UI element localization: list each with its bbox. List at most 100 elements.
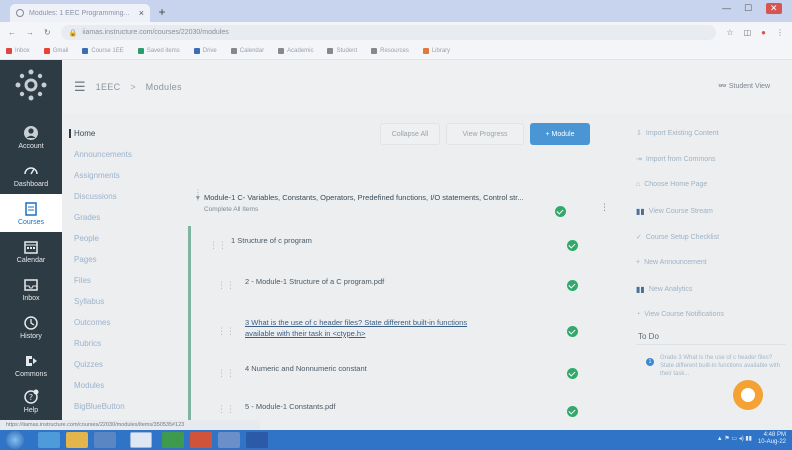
item-published-icon[interactable] [567, 280, 578, 291]
media-player-icon[interactable] [94, 432, 116, 448]
nav-commons[interactable]: Commons [0, 346, 62, 384]
chrome-icon[interactable] [130, 432, 152, 448]
module-item-title-continued[interactable]: available with their task in <ctype.h> [245, 329, 365, 338]
setup-checklist-link[interactable]: ✓ Course Setup Checklist [636, 233, 719, 242]
course-notifications-link[interactable]: ◔ View Course Notifications [636, 311, 724, 318]
word-icon[interactable] [246, 432, 268, 448]
browser-tab[interactable]: Modules: 1 EEC Programming... × [10, 4, 150, 22]
view-progress-button[interactable]: View Progress [446, 123, 524, 145]
powerpoint-icon[interactable] [190, 432, 212, 448]
course-nav-grades[interactable]: Grades [74, 213, 174, 222]
drag-handle-icon[interactable]: ⋮⋮ [217, 404, 235, 415]
todo-item[interactable]: Grade 3 What is the use of c header file… [660, 354, 780, 378]
course-nav-rubrics[interactable]: Rubrics [74, 339, 174, 348]
new-announcement-link[interactable]: + New Announcement [636, 259, 707, 266]
course-nav-quizzes[interactable]: Quizzes [74, 360, 174, 369]
course-nav-pages[interactable]: Pages [74, 255, 174, 264]
close-window-button[interactable]: ✕ [766, 3, 782, 14]
drag-handle-icon[interactable]: ⋮⋮ [217, 326, 235, 337]
module-header[interactable]: ⋮ ⋮ ▾ Module-1 C- Variables, Constants, O… [190, 186, 616, 217]
taskbar-clock[interactable]: 4:48 PM 10-Aug-22 [758, 432, 786, 446]
nav-calendar[interactable]: Calendar [0, 232, 62, 270]
reload-icon[interactable]: ↻ [44, 28, 51, 37]
add-module-button[interactable]: + Module [530, 123, 590, 145]
clock-date: 10-Aug-22 [757, 439, 786, 445]
item-published-icon[interactable] [567, 406, 578, 417]
course-nav-announcements[interactable]: Announcements [74, 150, 174, 159]
module-item-title[interactable]: 3 What is the use of c header files? Sta… [245, 318, 467, 327]
module-item[interactable]: ⋮⋮ 1 Structure of c program [191, 226, 616, 270]
canvas-logo-icon[interactable] [14, 68, 48, 102]
module-options-icon[interactable]: ⋮ [600, 202, 609, 213]
course-nav-syllabus[interactable]: Syllabus [74, 297, 174, 306]
module-item-title[interactable]: 4 Numeric and Nonnumeric constant [245, 364, 367, 373]
drag-handle-icon[interactable]: ⋮⋮ [217, 280, 235, 291]
app-icon[interactable] [218, 432, 240, 448]
bookmark[interactable]: Academic [278, 48, 313, 54]
menu-kebab-icon[interactable]: ⋮ [776, 28, 784, 37]
windows-start-icon[interactable] [6, 431, 24, 449]
course-nav-outcomes[interactable]: Outcomes [74, 318, 174, 327]
import-commons-link[interactable]: ⇥ Import from Commons [636, 155, 716, 164]
nav-help[interactable]: ? Help [0, 382, 62, 420]
module-item-title[interactable]: 2 - Module-1 Structure of a C program.pd… [245, 277, 384, 286]
new-analytics-link[interactable]: ▮▮ New Analytics [636, 285, 692, 294]
student-view-button[interactable]: 👓 Student View [718, 82, 770, 90]
internet-explorer-icon[interactable] [38, 432, 60, 448]
nav-courses[interactable]: Courses [0, 194, 62, 232]
course-nav-files[interactable]: Files [74, 276, 174, 285]
maximize-button[interactable]: ☐ [744, 3, 752, 14]
nav-dashboard[interactable]: Dashboard [0, 156, 62, 194]
item-published-icon[interactable] [567, 368, 578, 379]
bookmark[interactable]: Resources [371, 48, 409, 54]
bookmark[interactable]: Gmail [43, 48, 68, 54]
bookmark[interactable]: Drive [193, 48, 217, 54]
module-item-title[interactable]: 5 - Module-1 Constants.pdf [245, 402, 335, 411]
help-chat-button[interactable] [733, 380, 763, 410]
tab-close-icon[interactable]: × [139, 8, 144, 18]
bookmark[interactable]: Course 1EE [82, 48, 124, 54]
commons-icon [26, 355, 37, 366]
bookmark[interactable]: Calendar [230, 48, 264, 54]
hamburger-icon[interactable]: ☰ [74, 79, 86, 95]
drag-handle-icon[interactable]: ⋮⋮ [217, 368, 235, 379]
choose-home-link[interactable]: ⌂ Choose Home Page [636, 181, 707, 188]
excel-icon[interactable] [162, 432, 184, 448]
bookmark[interactable]: Saved items [137, 48, 180, 54]
bookmark[interactable]: Inbox [6, 48, 30, 54]
course-nav-people[interactable]: People [74, 234, 174, 243]
file-explorer-icon[interactable] [66, 432, 88, 448]
course-nav-modules[interactable]: Modules [74, 381, 174, 390]
nav-inbox[interactable]: Inbox [0, 270, 62, 308]
breadcrumb-course[interactable]: 1EEC [96, 82, 121, 92]
minimize-button[interactable]: — [722, 3, 731, 13]
nav-history[interactable]: History [0, 308, 62, 346]
drag-handle-icon[interactable]: ⋮⋮ [209, 240, 227, 251]
course-nav-home[interactable]: Home [69, 129, 169, 138]
bookmark[interactable]: Student [327, 48, 357, 54]
item-published-icon[interactable] [567, 240, 578, 251]
new-tab-button[interactable]: + [155, 5, 169, 19]
course-nav-bigbluebutton[interactable]: BigBlueButton [74, 402, 174, 411]
collapse-chevron-icon[interactable]: ▾ [196, 193, 200, 202]
bookmark[interactable]: Library [422, 48, 450, 54]
course-stream-link[interactable]: ▮▮ View Course Stream [636, 207, 713, 216]
module-item-title[interactable]: 1 Structure of c program [231, 236, 312, 245]
profile-avatar-icon[interactable]: ● [761, 28, 766, 37]
star-icon[interactable]: ☆ [726, 28, 733, 37]
collapse-all-button[interactable]: Collapse All [380, 123, 440, 145]
item-published-icon[interactable] [567, 326, 578, 337]
nav-account[interactable]: Account [0, 118, 62, 156]
course-nav-discussions[interactable]: Discussions [74, 192, 174, 201]
import-content-link[interactable]: ⇩ Import Existing Content [636, 129, 719, 138]
system-tray-icons[interactable]: ▲ ⚑ ▭ ◂) ▮▮ [717, 435, 752, 442]
global-nav: Account Dashboard Courses Calendar Inbox… [0, 60, 62, 420]
module-item[interactable]: ⋮⋮ 2 - Module-1 Structure of a C program… [191, 266, 616, 310]
back-arrow-icon[interactable]: ← [8, 28, 16, 37]
course-nav-assignments[interactable]: Assignments [74, 171, 174, 180]
url-field[interactable]: 🔒 iiamas.instructure.com/courses/22030/m… [60, 25, 717, 40]
module-published-icon[interactable] [555, 206, 566, 217]
forward-arrow-icon[interactable]: → [26, 28, 34, 37]
module-item[interactable]: ⋮⋮ 3 What is the use of c header files? … [191, 310, 616, 354]
extensions-icon[interactable]: ◫ [744, 28, 752, 37]
